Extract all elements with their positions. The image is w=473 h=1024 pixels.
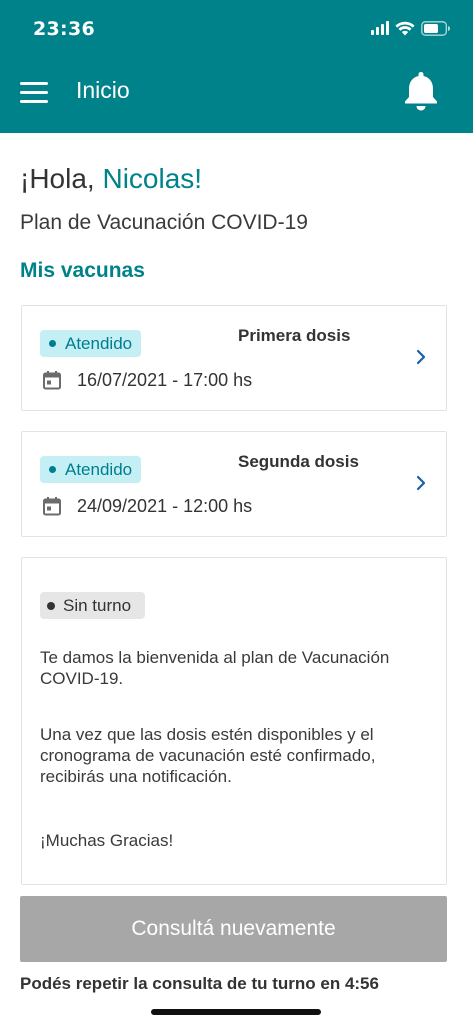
- plan-subtitle: Plan de Vacunación COVID-19: [20, 211, 308, 234]
- status-dot-icon: [49, 340, 56, 347]
- battery-icon: [421, 20, 450, 36]
- status-badge: Atendido: [40, 330, 142, 357]
- status-badge: Atendido: [40, 456, 142, 483]
- app-header: 23:36 Inicio: [0, 0, 473, 133]
- dose-date: 16/07/2021 - 17:00 hs: [77, 370, 253, 390]
- greeting-suffix: !: [194, 163, 203, 194]
- welcome-text: Te damos la bienvenida al plan de Vacuna…: [40, 648, 390, 688]
- status-badge: Sin turno: [40, 592, 146, 619]
- status-icons: [371, 18, 451, 38]
- status-dot-icon: [49, 466, 56, 473]
- home-indicator[interactable]: [151, 1009, 321, 1015]
- status-time: 23:36: [33, 18, 95, 40]
- status-bar: 23:36: [0, 0, 473, 58]
- dose-title: Segunda dosis: [238, 452, 359, 471]
- hamburger-menu-icon[interactable]: [20, 82, 48, 104]
- chevron-right-icon: [416, 475, 426, 491]
- app-bar: Inicio: [0, 58, 473, 133]
- calendar-icon: [43, 371, 61, 390]
- retry-countdown-text: Podés repetir la consulta de tu turno en…: [20, 974, 379, 993]
- dose-title: Primera dosis: [238, 326, 351, 345]
- dose-card-second[interactable]: Atendido Segunda dosis 24/09/2021 - 12:0…: [21, 431, 447, 537]
- page-title: Inicio: [76, 77, 130, 103]
- signal-icon: [371, 21, 389, 35]
- status-badge-label: Atendido: [65, 459, 133, 479]
- retry-query-button[interactable]: Consultá nuevamente: [20, 896, 447, 962]
- status-badge-label: Atendido: [65, 333, 133, 353]
- user-name: Nicolas: [102, 163, 195, 194]
- thanks-text: ¡Muchas Gracias!: [40, 831, 174, 850]
- greeting: ¡Hola, Nicolas!: [20, 163, 202, 195]
- bell-icon[interactable]: [402, 70, 440, 112]
- no-appointment-card: Sin turno Te damos la bienvenida al plan…: [21, 557, 447, 885]
- chevron-right-icon: [416, 349, 426, 365]
- dose-card-first[interactable]: Atendido Primera dosis 16/07/2021 - 17:0…: [21, 305, 447, 411]
- dose-date: 24/09/2021 - 12:00 hs: [77, 496, 253, 516]
- greeting-prefix: ¡Hola,: [20, 163, 103, 194]
- section-title-my-vaccines: Mis vacunas: [20, 259, 145, 282]
- wifi-icon: [395, 21, 415, 35]
- calendar-icon: [43, 497, 61, 516]
- status-badge-label: Sin turno: [63, 595, 132, 615]
- status-dot-icon: [47, 601, 55, 610]
- notification-text: Una vez que las dosis estén disponibles …: [40, 725, 376, 786]
